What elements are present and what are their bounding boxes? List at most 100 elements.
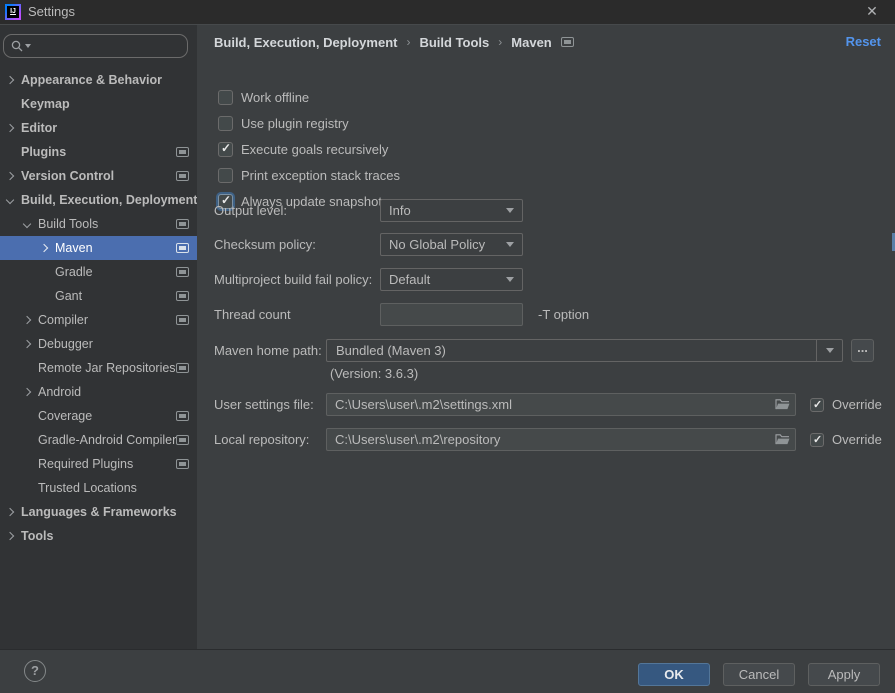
output-level-value: Info: [389, 203, 506, 218]
thread-count-label: Thread count: [214, 303, 291, 326]
config-indicator-icon: [176, 435, 189, 445]
user-settings-file-field: [326, 393, 796, 416]
execute-goals-recursively-checkbox[interactable]: [218, 142, 233, 157]
breadcrumb-item[interactable]: Build, Execution, Deployment: [214, 35, 397, 50]
dropdown-arrow-icon: [506, 208, 514, 213]
use-plugin-registry-checkbox-row[interactable]: Use plugin registry: [218, 115, 349, 132]
apply-button[interactable]: Apply: [808, 663, 880, 686]
settings-search-input[interactable]: [3, 34, 188, 58]
work-offline-checkbox-row[interactable]: Work offline: [218, 89, 309, 106]
combobox-arrow-button[interactable]: [816, 340, 842, 361]
titlebar: IJ Settings ✕: [0, 0, 895, 24]
thread-count-input[interactable]: [380, 303, 523, 326]
reset-link[interactable]: Reset: [846, 34, 881, 49]
chevron-right-icon[interactable]: [6, 124, 14, 132]
search-options-arrow-icon[interactable]: [25, 44, 31, 48]
sidebar-item-label: Android: [38, 385, 81, 399]
chevron-right-icon[interactable]: [23, 340, 31, 348]
chevron-right-icon[interactable]: [6, 532, 14, 540]
close-icon[interactable]: ✕: [859, 0, 885, 24]
sidebar-item-label: Gradle-Android Compiler: [38, 433, 176, 447]
sidebar-item-plugins[interactable]: Plugins: [0, 140, 197, 164]
user-settings-file-input[interactable]: [326, 393, 796, 416]
checksum-policy-label: Checksum policy:: [214, 233, 316, 256]
sidebar-item-label: Gradle: [55, 265, 93, 279]
sidebar-item-maven[interactable]: Maven: [0, 236, 197, 260]
folder-icon[interactable]: [775, 433, 790, 446]
sidebar-item-keymap[interactable]: Keymap: [0, 92, 197, 116]
override-label: Override: [832, 432, 882, 447]
config-indicator-icon: [176, 171, 189, 181]
multiproject-policy-value: Default: [389, 272, 506, 287]
maven-home-path-combobox[interactable]: Bundled (Maven 3): [326, 339, 843, 362]
multiproject-policy-label: Multiproject build fail policy:: [214, 268, 372, 291]
config-indicator-icon: [176, 291, 189, 301]
chevron-right-icon[interactable]: [6, 172, 14, 180]
search-icon: [11, 40, 23, 52]
settings-sidebar: Appearance & Behavior Keymap Editor Plug…: [0, 24, 197, 649]
sidebar-item-remote-jar-repositories[interactable]: Remote Jar Repositories: [0, 356, 197, 380]
user-settings-override-row[interactable]: Override: [810, 397, 882, 412]
sidebar-item-coverage[interactable]: Coverage: [0, 404, 197, 428]
intellij-logo-text: IJ: [7, 6, 19, 18]
sidebar-item-languages-frameworks[interactable]: Languages & Frameworks: [0, 500, 197, 524]
sidebar-item-gant[interactable]: Gant: [0, 284, 197, 308]
config-indicator-icon: [176, 147, 189, 157]
local-repository-override-checkbox[interactable]: [810, 433, 824, 447]
sidebar-item-editor[interactable]: Editor: [0, 116, 197, 140]
checkbox-label: Execute goals recursively: [241, 142, 388, 157]
chevron-right-icon[interactable]: [23, 388, 31, 396]
chevron-down-icon[interactable]: [23, 220, 31, 228]
multiproject-policy-select[interactable]: Default: [380, 268, 523, 291]
sidebar-item-trusted-locations[interactable]: Trusted Locations: [0, 476, 197, 500]
execute-goals-recursively-checkbox-row[interactable]: Execute goals recursively: [218, 141, 388, 158]
chevron-right-icon[interactable]: [40, 244, 48, 252]
use-plugin-registry-checkbox[interactable]: [218, 116, 233, 131]
override-label: Override: [832, 397, 882, 412]
ok-button[interactable]: OK: [638, 663, 710, 686]
sidebar-item-build-execution-deployment[interactable]: Build, Execution, Deployment: [0, 188, 197, 212]
maven-home-path-label: Maven home path:: [214, 339, 322, 362]
sidebar-item-version-control[interactable]: Version Control: [0, 164, 197, 188]
sidebar-item-label: Languages & Frameworks: [21, 505, 177, 519]
sidebar-item-gradle[interactable]: Gradle: [0, 260, 197, 284]
chevron-right-icon[interactable]: [6, 76, 14, 84]
sidebar-item-debugger[interactable]: Debugger: [0, 332, 197, 356]
sidebar-item-build-tools[interactable]: Build Tools: [0, 212, 197, 236]
sidebar-item-label: Editor: [21, 121, 57, 135]
chevron-down-icon[interactable]: [6, 196, 14, 204]
checksum-policy-value: No Global Policy: [389, 237, 506, 252]
work-offline-checkbox[interactable]: [218, 90, 233, 105]
config-indicator-icon: [176, 315, 189, 325]
sidebar-item-tools[interactable]: Tools: [0, 524, 197, 548]
chevron-right-icon[interactable]: [23, 316, 31, 324]
folder-icon[interactable]: [775, 398, 790, 411]
chevron-right-icon[interactable]: [6, 508, 14, 516]
config-indicator-icon: [176, 243, 189, 253]
breadcrumb-separator: ›: [406, 35, 410, 49]
local-repository-override-row[interactable]: Override: [810, 432, 882, 447]
print-exception-stack-traces-checkbox[interactable]: [218, 168, 233, 183]
sidebar-item-android[interactable]: Android: [0, 380, 197, 404]
local-repository-input[interactable]: [326, 428, 796, 451]
breadcrumb-item[interactable]: Maven: [511, 35, 551, 50]
breadcrumb-item[interactable]: Build Tools: [419, 35, 489, 50]
sidebar-item-label: Keymap: [21, 97, 70, 111]
local-repository-field: [326, 428, 796, 451]
sidebar-item-required-plugins[interactable]: Required Plugins: [0, 452, 197, 476]
help-icon[interactable]: ?: [24, 660, 46, 682]
sidebar-item-gradle-android-compiler[interactable]: Gradle-Android Compiler: [0, 428, 197, 452]
thread-count-suffix: -T option: [538, 303, 589, 326]
config-indicator-icon: [176, 411, 189, 421]
checksum-policy-select[interactable]: No Global Policy: [380, 233, 523, 256]
user-settings-override-checkbox[interactable]: [810, 398, 824, 412]
browse-button[interactable]: ...: [851, 339, 874, 362]
settings-dialog: IJ Settings ✕ Appearance & Behavior Keym…: [0, 0, 895, 693]
cancel-button[interactable]: Cancel: [723, 663, 795, 686]
sidebar-item-label: Build Tools: [38, 217, 98, 231]
sidebar-item-appearance-behavior[interactable]: Appearance & Behavior: [0, 68, 197, 92]
print-exception-stack-traces-checkbox-row[interactable]: Print exception stack traces: [218, 167, 400, 184]
maven-home-path-value: Bundled (Maven 3): [327, 343, 816, 358]
sidebar-item-compiler[interactable]: Compiler: [0, 308, 197, 332]
output-level-select[interactable]: Info: [380, 199, 523, 222]
